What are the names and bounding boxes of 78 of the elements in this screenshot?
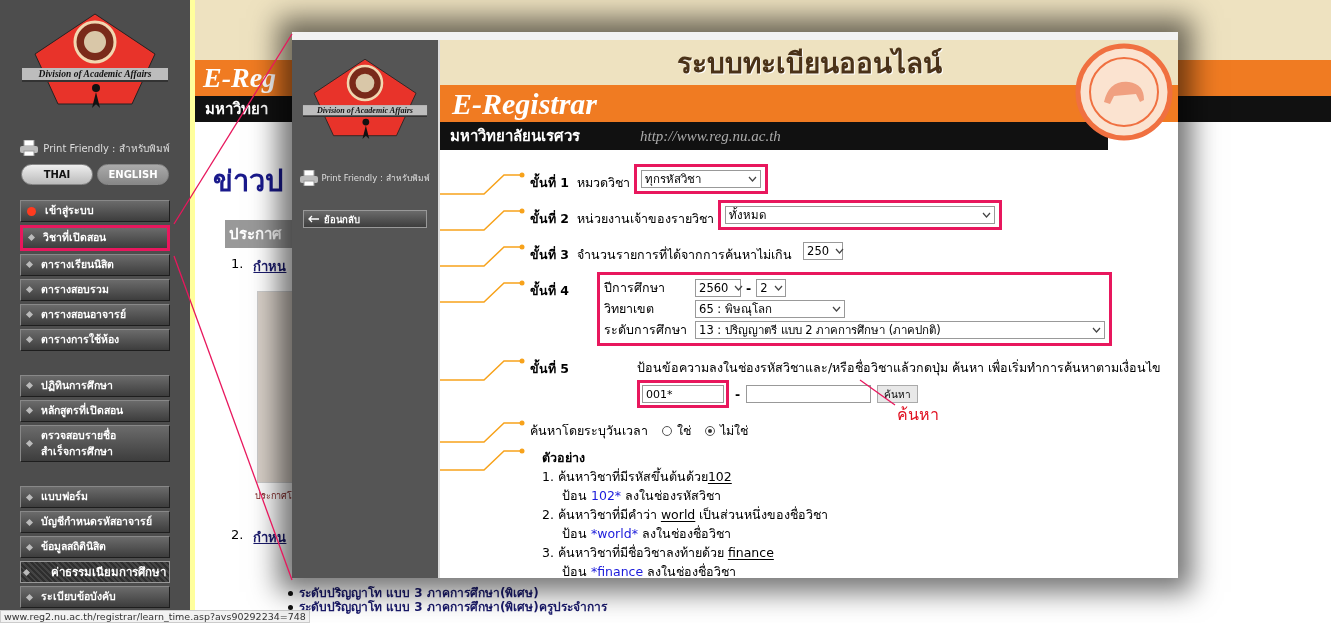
logo-caption: Division of Academic Affairs [22, 68, 168, 82]
back-button[interactable]: ย้อนกลับ [303, 210, 427, 228]
dropdown[interactable]: 13 : ปริญญาตรี แบบ 2 ภาคการศึกษา (ภาคปกติ) [695, 321, 1106, 339]
bullet-icon [288, 604, 293, 610]
caret-icon [835, 248, 844, 254]
step-label: ขั้นที่ 1 [530, 173, 570, 192]
caret-icon [748, 176, 758, 182]
step-label: ขั้นที่ 4 [530, 281, 570, 300]
menu-item[interactable]: หลักสูตรที่เปิดสอน [20, 399, 170, 422]
course-name-field[interactable] [746, 385, 872, 403]
menu-item[interactable]: ข้อมูลสถิตินิสิต [20, 536, 170, 559]
menu-item[interactable]: เข้าสู่ระบบ [20, 200, 170, 222]
menu-item[interactable]: แบบฟอร์ม [20, 486, 170, 509]
menu-item[interactable]: ค่าธรรมเนียมการศึกษา [20, 561, 170, 584]
dropdown[interactable]: 250 [803, 242, 844, 260]
example-text: 3. ค้นหาวิชาที่มีชื่อวิชาลงท้ายด้วย finance [542, 543, 775, 562]
banner-brand: E-Registrar [452, 86, 598, 121]
menu-item[interactable]: บัญชีกำหนดรหัสอาจารย์ [20, 511, 170, 534]
field-label: หมวดวิชา [577, 174, 631, 192]
radio-label: ไม่ใช่ [720, 422, 748, 440]
menu-item[interactable]: ตารางสอนอาจารย์ [20, 303, 170, 326]
status-bar-url: www.reg2.nu.ac.th/registrar/learn_time.asp?avs90292234=748 [0, 610, 310, 623]
radio-label: ใช่ [677, 422, 691, 440]
menu-item[interactable]: ตารางเรียนนิสิต [20, 253, 170, 276]
banner-url: http://www.reg.nu.ac.th [640, 127, 781, 145]
example-hint: ป้อน *world* ลงในช่องชื่อวิชา [561, 524, 732, 543]
dropdown[interactable]: 2560 [695, 279, 742, 297]
field-label: ปีการศึกษา [604, 279, 667, 297]
menu-item[interactable]: ตารางการใช้ห้อง [20, 328, 170, 351]
menu-item[interactable]: ตรวจสอบรายชื่อ สำเร็จการศึกษา [20, 424, 170, 463]
example-text: 1. ค้นหาวิชาที่มีรหัสขึ้นต้นด้วย102 [542, 467, 733, 486]
language-button[interactable]: THAI [21, 164, 93, 185]
dropdown[interactable]: ทั้งหมด [725, 206, 996, 224]
caret-icon [982, 212, 992, 218]
dropdown[interactable]: ทุกรหัสวิชา [641, 170, 762, 188]
item-number: 1. [231, 256, 244, 273]
dropdown[interactable]: 65 : พิษณุโลก [695, 300, 846, 318]
print-friendly-link[interactable]: Print Friendly : สำหรับพิมพ์ [43, 140, 170, 156]
caret-icon [734, 285, 744, 291]
step-label: ขั้นที่ 5 [530, 359, 570, 378]
print-friendly-link[interactable]: Print Friendly : สำหรับพิมพ์ [321, 171, 430, 185]
printer-icon [300, 170, 319, 186]
field-label: วิทยาเขต [604, 300, 656, 318]
instruction-text: ป้อนข้อความลงในช่องรหัสวิชาและ/หรือชื่อวิชาแล้วกดปุ่ม ค้นหา เพื่อเริ่มทำการค้นหาตามเงื่อนไข [637, 358, 1162, 378]
course-code-field[interactable]: 001* [642, 385, 725, 403]
banner-brand: E-Reg [203, 62, 277, 94]
example-hint: ป้อน *finance ลงในช่องชื่อวิชา [561, 562, 738, 578]
printer-icon [20, 140, 39, 156]
bullet-link[interactable]: ระดับปริญญาโท แบบ 3 ภาคการศึกษา(พิเศษ) [299, 586, 539, 600]
item-number: 2. [231, 527, 244, 544]
arrow-icon [308, 215, 320, 223]
banner-university: มหาวิทยาลัยนเรศวร [450, 126, 580, 147]
caret-icon [773, 285, 783, 291]
separator: - [746, 280, 752, 296]
menu-item[interactable]: ระเบียบข้อบังคับ [20, 586, 170, 609]
step-label: ขั้นที่ 3 [530, 245, 570, 264]
example-text: 2. ค้นหาวิชาที่มีคำว่า world เป็นส่วนหนึ่งของชื่อวิชา [542, 505, 829, 524]
step-label: ขั้นที่ 2 [530, 209, 570, 228]
news-headline: ข่าวป [213, 163, 283, 200]
search-button[interactable]: ค้นหา [877, 385, 919, 403]
field-label: หน่วยงานเจ้าของรายวิชา [577, 210, 715, 228]
annotation-label: ค้นหา [897, 404, 939, 426]
caret-icon [832, 306, 842, 312]
examples-title: ตัวอย่าง [542, 449, 586, 467]
logo-caption: Division of Academic Affairs [302, 105, 428, 117]
field-label: ระดับการศึกษา [604, 321, 688, 339]
menu-item[interactable]: ปฏิทินการศึกษา [20, 374, 170, 397]
caret-icon [1092, 327, 1102, 333]
menu-item[interactable]: ตารางสอบรวม [20, 278, 170, 301]
field-label: จำนวนรายการที่ได้จากการค้นหาไม่เกิน [577, 245, 793, 264]
separator: - [735, 386, 741, 402]
news-link[interactable]: กำหน [253, 256, 287, 277]
example-hint: ป้อน 102* ลงในช่องรหัสวิชา [561, 487, 723, 505]
dropdown[interactable]: 2 [756, 279, 787, 297]
field-label: ค้นหาโดยระบุวันเวลา [530, 422, 648, 441]
banner-title: ระบบทะเบียนออนไลน์ [676, 45, 942, 82]
menu-item[interactable]: วิชาที่เปิดสอน [20, 225, 170, 251]
bullet-icon [288, 590, 293, 596]
